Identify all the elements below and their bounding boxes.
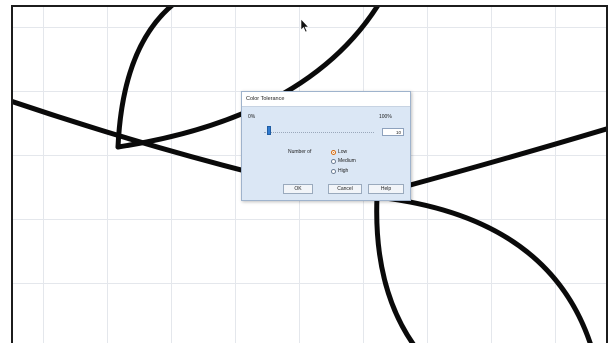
- tolerance-slider-thumb[interactable]: [267, 126, 271, 135]
- curve-right: [400, 126, 606, 190]
- curve-bottom-left: [374, 194, 416, 343]
- radio-high[interactable]: High: [331, 168, 348, 174]
- mouse-cursor-icon: [300, 18, 310, 33]
- cancel-button[interactable]: Cancel: [328, 184, 362, 194]
- radio-medium-icon[interactable]: [331, 158, 336, 164]
- radio-medium-label: Medium: [338, 158, 356, 164]
- slider-max-label: 100%: [379, 114, 392, 120]
- slider-min-label: 0%: [248, 114, 256, 120]
- curve-bottom-right: [374, 194, 593, 343]
- radio-high-icon[interactable]: [331, 168, 336, 174]
- radio-medium[interactable]: Medium: [331, 158, 356, 164]
- radio-high-label: High: [338, 168, 349, 174]
- ok-button[interactable]: OK: [283, 184, 313, 194]
- color-tolerance-dialog: Color Tolerance 0% 100% 10 Number of Low…: [241, 91, 411, 201]
- help-button[interactable]: Help: [368, 184, 404, 194]
- radio-low[interactable]: Low: [331, 149, 347, 155]
- curve-leaf-left: [115, 7, 175, 150]
- number-of-label: Number of: [288, 149, 312, 155]
- radio-low-label: Low: [338, 149, 348, 155]
- tolerance-value-input[interactable]: 10: [382, 128, 404, 136]
- dialog-titlebar[interactable]: Color Tolerance: [242, 92, 410, 107]
- dialog-title: Color Tolerance: [246, 96, 285, 102]
- radio-low-icon[interactable]: [331, 149, 336, 155]
- tolerance-slider-track[interactable]: [264, 132, 374, 134]
